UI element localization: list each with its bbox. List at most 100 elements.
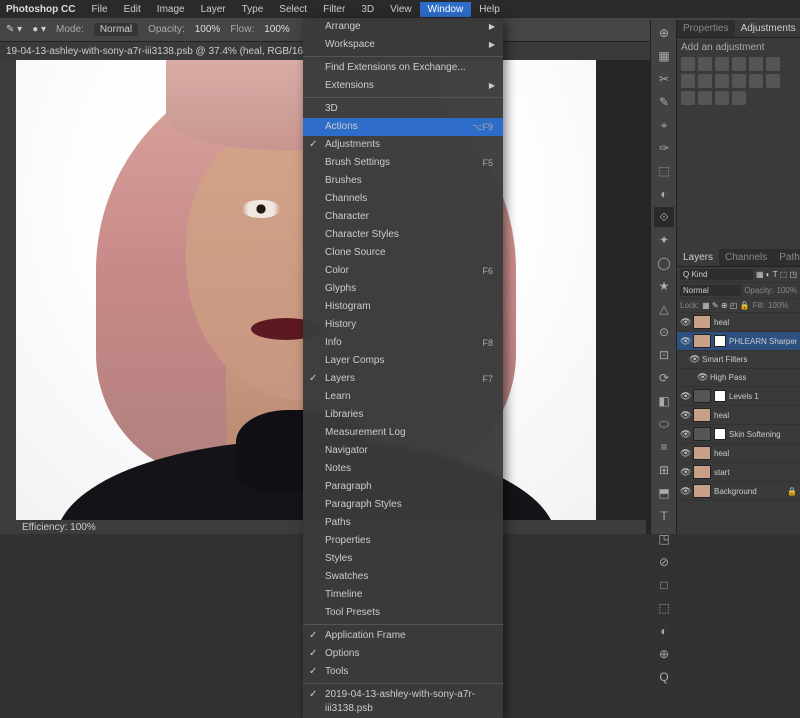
adjustment-preset-icon[interactable] (749, 74, 763, 88)
menu-window[interactable]: Window (420, 2, 472, 17)
tool-icon[interactable]: ⊡ (654, 345, 674, 365)
tool-icon[interactable]: ✑ (654, 138, 674, 158)
menuitem-clone-source[interactable]: Clone Source (303, 244, 503, 262)
visibility-icon[interactable]: 👁 (697, 372, 707, 383)
tool-icon[interactable]: Q (654, 667, 674, 687)
layer-row[interactable]: 👁heal (677, 313, 800, 332)
layer-thumbnail[interactable] (693, 315, 711, 329)
adjustment-preset-icon[interactable] (698, 57, 712, 71)
menu-3d[interactable]: 3D (353, 2, 382, 17)
adjustment-preset-icon[interactable] (715, 91, 729, 105)
menuitem-tool-presets[interactable]: Tool Presets (303, 604, 503, 622)
menuitem-histogram[interactable]: Histogram (303, 298, 503, 316)
filter-icons[interactable]: ▦ ◐ T ⬚ ◳ (756, 270, 797, 279)
menuitem-navigator[interactable]: Navigator (303, 442, 503, 460)
adjustment-preset-icon[interactable] (681, 74, 695, 88)
menuitem-workspace[interactable]: Workspace▶ (303, 36, 503, 54)
layer-filter-kind[interactable]: Q Kind (680, 269, 753, 280)
adjustment-preset-icon[interactable] (681, 91, 695, 105)
menuitem-adjustments[interactable]: ✓Adjustments (303, 136, 503, 154)
menuitem-options[interactable]: ✓Options (303, 645, 503, 663)
menuitem-info[interactable]: InfoF8 (303, 334, 503, 352)
menuitem-learn[interactable]: Learn (303, 388, 503, 406)
menuitem-character[interactable]: Character (303, 208, 503, 226)
visibility-icon[interactable]: 👁 (680, 317, 690, 328)
layer-row[interactable]: 👁PHLEARN Sharpen +1 (677, 332, 800, 351)
menuitem-arrange[interactable]: Arrange▶ (303, 18, 503, 36)
menuitem-paths[interactable]: Paths (303, 514, 503, 532)
lock-icons[interactable]: ▦ ✎ ⊕ ◰ 🔒 (702, 301, 749, 310)
tool-icon[interactable]: ⊕ (654, 23, 674, 43)
menuitem-color[interactable]: ColorF6 (303, 262, 503, 280)
tool-icon[interactable]: ◐ (654, 184, 674, 204)
menuitem-paragraph-styles[interactable]: Paragraph Styles (303, 496, 503, 514)
tool-icon[interactable]: ⊙ (654, 322, 674, 342)
visibility-icon[interactable]: 👁 (680, 410, 690, 421)
visibility-icon[interactable]: 👁 (680, 486, 690, 497)
menuitem-character-styles[interactable]: Character Styles (303, 226, 503, 244)
layer-opacity[interactable]: 100% (777, 286, 797, 295)
tool-icon[interactable]: ⟳ (654, 368, 674, 388)
layer-row[interactable]: 👁Levels 1 (677, 387, 800, 406)
menu-help[interactable]: Help (471, 2, 508, 17)
adjustment-preset-icon[interactable] (715, 74, 729, 88)
document-tab[interactable]: 19-04-13-ashley-with-sony-a7r-iii3138.ps… (6, 46, 310, 57)
menuitem-properties[interactable]: Properties (303, 532, 503, 550)
tool-icon[interactable]: ⌖ (654, 115, 674, 135)
visibility-icon[interactable]: 👁 (680, 448, 690, 459)
adjustment-preset-icon[interactable] (732, 74, 746, 88)
menu-file[interactable]: File (83, 2, 115, 17)
menuitem-2019-04-13-ashley-with-sony-a7r-iii3138-psb[interactable]: ✓2019-04-13-ashley-with-sony-a7r-iii3138… (303, 686, 503, 718)
adjustment-preset-icon[interactable] (698, 91, 712, 105)
mode-select[interactable]: Normal (94, 23, 138, 36)
tool-icon[interactable]: ⬚ (654, 161, 674, 181)
menuitem-history[interactable]: History (303, 316, 503, 334)
layer-row[interactable]: 👁heal (677, 444, 800, 463)
menuitem-channels[interactable]: Channels (303, 190, 503, 208)
adjustment-preset-icon[interactable] (732, 91, 746, 105)
tool-icon[interactable]: ✦ (654, 230, 674, 250)
menuitem-brush-settings[interactable]: Brush SettingsF5 (303, 154, 503, 172)
adjustment-preset-icon[interactable] (681, 57, 695, 71)
tool-icon[interactable]: ✎ (654, 92, 674, 112)
tool-icon[interactable]: T (654, 506, 674, 526)
tool-icon[interactable]: ⊞ (654, 460, 674, 480)
tool-icon[interactable]: ⬒ (654, 483, 674, 503)
layer-thumbnail[interactable] (693, 389, 711, 403)
tool-icon[interactable]: ≡ (654, 437, 674, 457)
tool-icon[interactable]: ◐ (654, 621, 674, 641)
menu-edit[interactable]: Edit (116, 2, 149, 17)
menuitem-find-extensions-on-exchange-[interactable]: Find Extensions on Exchange... (303, 59, 503, 77)
menu-view[interactable]: View (382, 2, 420, 17)
adjustment-preset-icon[interactable] (698, 74, 712, 88)
layer-mask-thumbnail[interactable] (714, 335, 726, 347)
menu-select[interactable]: Select (271, 2, 315, 17)
layer-fill[interactable]: 100% (768, 301, 788, 310)
menuitem-extensions[interactable]: Extensions▶ (303, 77, 503, 95)
tool-icon[interactable]: ▦ (654, 46, 674, 66)
menuitem-glyphs[interactable]: Glyphs (303, 280, 503, 298)
menuitem-libraries[interactable]: Libraries (303, 406, 503, 424)
layer-row[interactable]: 👁start (677, 463, 800, 482)
visibility-icon[interactable]: 👁 (680, 391, 690, 402)
flow-value[interactable]: 100% (264, 24, 290, 35)
menuitem-brushes[interactable]: Brushes (303, 172, 503, 190)
visibility-icon[interactable]: 👁 (680, 336, 690, 347)
layer-mask-thumbnail[interactable] (714, 428, 726, 440)
tool-icon[interactable]: ⊕ (654, 644, 674, 664)
tool-icon[interactable]: □ (654, 575, 674, 595)
tool-icon[interactable]: ⟐ (654, 207, 674, 227)
blend-mode-select[interactable]: Normal (680, 285, 741, 296)
menu-type[interactable]: Type (234, 2, 272, 17)
menuitem-paragraph[interactable]: Paragraph (303, 478, 503, 496)
menuitem-actions[interactable]: Actions⌥F9 (303, 118, 503, 136)
tool-icon[interactable]: ◯ (654, 253, 674, 273)
adjustment-preset-icon[interactable] (766, 74, 780, 88)
tool-icon[interactable]: △ (654, 299, 674, 319)
menu-image[interactable]: Image (149, 2, 193, 17)
layer-row[interactable]: 👁Background🔒 (677, 482, 800, 501)
tab-layers[interactable]: Layers (677, 249, 719, 266)
layer-thumbnail[interactable] (693, 446, 711, 460)
layer-thumbnail[interactable] (693, 334, 711, 348)
tool-icon[interactable]: ⬚ (654, 598, 674, 618)
